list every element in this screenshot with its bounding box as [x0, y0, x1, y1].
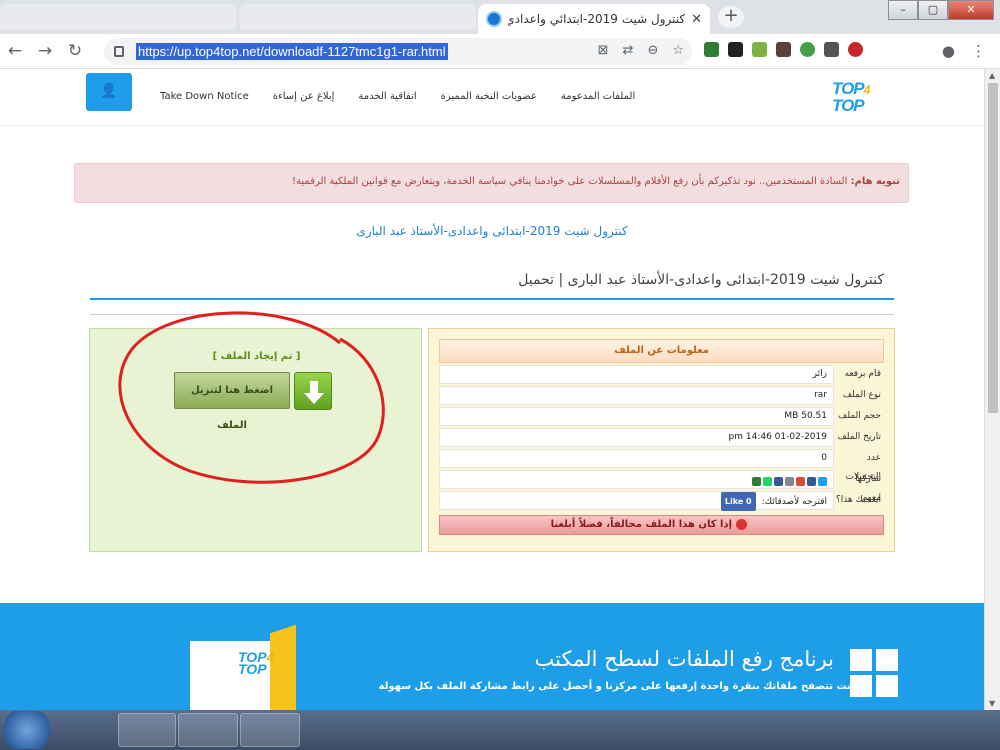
info-row-downloads: عدد التحميلات 0 [439, 449, 884, 482]
window-controls: – ▢ ✕ [888, 0, 994, 20]
software-box-image: TOP4 TOP [190, 624, 308, 710]
nav-takedown[interactable]: Take Down Notice [160, 91, 249, 102]
close-window-button[interactable]: ✕ [948, 0, 994, 20]
nav-report-abuse[interactable]: إبلاغ عن إساءة [273, 91, 335, 102]
copyright-alert: تنويه هام: السادة المستخدمين.. نود تذكير… [74, 163, 909, 203]
site-nav: Take Down Notice إبلاغ عن إساءة اتفاقية … [160, 91, 635, 102]
tab-blurred-1[interactable] [0, 4, 236, 30]
tab-active[interactable]: كنترول شيت 2019-ابتدائي واعدادي-الأستا ✕ [478, 4, 710, 34]
translate-icon[interactable]: ⇄ [623, 43, 634, 58]
extension-icon-5[interactable] [800, 42, 815, 57]
lock-icon [114, 46, 124, 57]
info-row-like: أيعجبك هذا؟ اقترحه لأصدقائك:Like 0 [439, 491, 884, 511]
sms-icon[interactable] [752, 476, 761, 486]
file-found-text: [ تم إيجاد الملف ] [212, 351, 301, 362]
scrollbar-thumb[interactable] [988, 83, 998, 413]
report-file-button[interactable]: إذا كان هذا الملف مخالفاً، فضلاً أبلغنا [439, 515, 884, 535]
info-row-share: شاركها معهم [439, 470, 884, 503]
os-taskbar [0, 710, 1000, 750]
twitter-icon[interactable] [818, 476, 827, 486]
info-row-date: تاريخ الملف pm 14:46 01-02-2019 [439, 428, 884, 447]
info-row-uploader: قام برفعه زائر [439, 365, 884, 384]
kebab-menu-icon[interactable]: ⋮ [971, 42, 986, 60]
alert-label: تنويه هام: [850, 176, 900, 187]
browser-toolbar: ← → ↻ https://up.top4top.net/downloadf-1… [0, 34, 1000, 69]
bookmark-star-icon[interactable]: ☆ [672, 43, 684, 58]
url-text[interactable]: https://up.top4top.net/downloadf-1127tmc… [136, 43, 448, 60]
page-viewport: 👤 Take Down Notice إبلاغ عن إساءة اتفاقي… [0, 69, 984, 710]
info-row-size: حجم الملف MB 50.51 [439, 407, 884, 426]
nav-terms[interactable]: اتفاقية الخدمة [358, 91, 416, 102]
minimize-button[interactable]: – [888, 0, 918, 20]
download-panel: [ تم إيجاد الملف ] اضغط هنا لتنزيل الملف [89, 328, 422, 552]
extension-icon-3[interactable] [752, 42, 767, 57]
address-bar[interactable]: https://up.top4top.net/downloadf-1127tmc… [104, 38, 692, 65]
download-arrow-icon[interactable] [294, 372, 332, 410]
user-icon: 👤 [100, 83, 118, 99]
desktop-app-banner: TOP4 TOP برنامج رفع الملفات لسطح المكتب و… [0, 603, 984, 710]
site-logo[interactable]: TOP4 TOP [832, 80, 870, 114]
extension-icon-6[interactable] [824, 42, 839, 57]
page-scrollbar[interactable]: ▲ ▼ [984, 69, 1000, 710]
divider [90, 314, 894, 315]
tab-title: كنترول شيت 2019-ابتدائي واعدادي-الأستا [508, 12, 686, 26]
alert-text: السادة المستخدمين.. نود تذكيركم بأن رفع … [292, 176, 851, 187]
zoom-icon[interactable]: ⊖ [647, 43, 658, 58]
nav-supported-files[interactable]: الملفات المدعومة [561, 91, 635, 102]
banner-subtitle: و أنت تتصفح ملفاتك بنقرة واحدة إرفعها عل… [378, 681, 864, 692]
messenger-icon[interactable] [774, 476, 783, 486]
site-favicon-icon [486, 11, 502, 27]
whatsapp-icon[interactable] [763, 476, 772, 486]
taskbar-item-1[interactable] [118, 713, 176, 747]
extension-icons [704, 42, 863, 57]
page-title: كنترول شيت 2019-ابتدائى واعدادى-الأستاذ … [90, 272, 894, 300]
close-tab-icon[interactable]: ✕ [691, 12, 702, 27]
forward-arrow-icon[interactable]: → [30, 41, 60, 61]
scroll-up-icon[interactable]: ▲ [989, 71, 995, 80]
start-button[interactable] [0, 711, 54, 749]
nav-premium[interactable]: عضويات النخبة المميزة [441, 91, 537, 102]
taskbar-item-2[interactable] [178, 713, 238, 747]
new-tab-button[interactable]: + [718, 6, 744, 28]
windows-logo-icon [850, 649, 898, 697]
back-arrow-icon[interactable]: ← [0, 41, 30, 61]
taskbar-item-3[interactable] [240, 713, 300, 747]
tab-blurred-2[interactable] [240, 4, 476, 30]
blocked-popup-icon[interactable]: ⊠ [598, 43, 609, 58]
extension-icon-4[interactable] [776, 42, 791, 57]
google-icon[interactable] [796, 476, 805, 486]
extension-icon-1[interactable] [704, 42, 719, 57]
user-login-button[interactable]: 👤 [86, 73, 132, 111]
file-info-panel: معلومات عن الملف قام برفعه زائر نوع المل… [428, 328, 895, 552]
facebook-like-button[interactable]: Like 0 [720, 492, 756, 511]
facebook-icon[interactable] [807, 476, 816, 486]
site-header: 👤 Take Down Notice إبلاغ عن إساءة اتفاقي… [0, 69, 984, 126]
extension-icon-2[interactable] [728, 42, 743, 57]
stop-icon [736, 518, 747, 530]
browser-tab-bar: كنترول شيت 2019-ابتدائي واعدادي-الأستا ✕… [0, 0, 1000, 34]
share-icon[interactable] [785, 476, 794, 486]
profile-icon[interactable]: ● [942, 42, 955, 60]
info-row-type: نوع الملف rar [439, 386, 884, 405]
file-info-heading: معلومات عن الملف [439, 339, 884, 363]
banner-title: برنامج رفع الملفات لسطح المكتب [534, 647, 835, 671]
scroll-down-icon[interactable]: ▼ [989, 699, 995, 708]
download-button[interactable]: اضغط هنا لتنزيل الملف [174, 372, 290, 431]
reload-icon[interactable]: ↻ [60, 41, 90, 61]
maximize-button[interactable]: ▢ [918, 0, 948, 20]
file-link[interactable]: كنترول شيت 2019-ابتدائى واعدادى-الأستاذ … [0, 224, 984, 238]
extension-icon-7[interactable] [848, 42, 863, 57]
